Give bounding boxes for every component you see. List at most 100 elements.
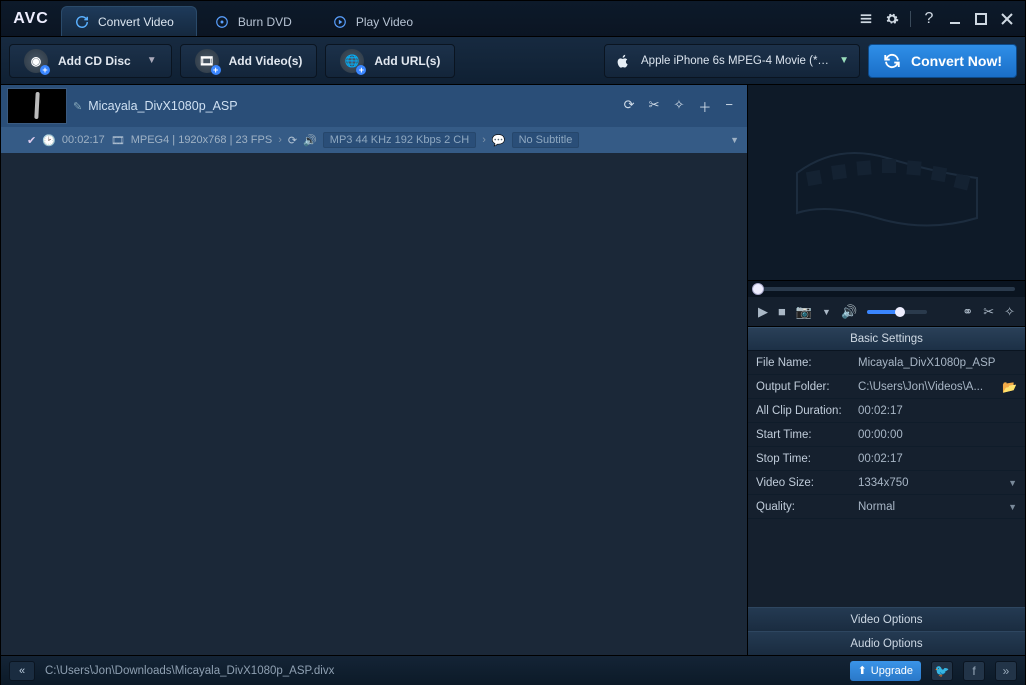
reload-icon[interactable]: ⟳ bbox=[624, 97, 635, 116]
add-urls-button[interactable]: 🌐+ Add URL(s) bbox=[325, 44, 455, 78]
file-list-empty bbox=[1, 153, 747, 655]
remove-icon[interactable]: − bbox=[725, 97, 733, 116]
status-bar: « C:\Users\Jon\Downloads\Micayala_DivX10… bbox=[1, 655, 1025, 685]
play-circle-icon bbox=[332, 14, 348, 30]
preview-panel: ▶ ■ 📷 ▼ 🔊 ⚭ ✂ ✧ Basic Settings File Name… bbox=[747, 85, 1025, 655]
video-options-button[interactable]: Video Options bbox=[748, 607, 1025, 631]
volume-icon[interactable]: 🔊 bbox=[841, 304, 857, 320]
speaker-icon: 🔊 bbox=[303, 134, 317, 147]
setting-key: Start Time: bbox=[748, 429, 858, 441]
stop-icon[interactable]: ■ bbox=[778, 304, 786, 319]
button-label: Add Video(s) bbox=[229, 54, 303, 68]
main-tabs: Convert Video Burn DVD Play Video bbox=[61, 1, 858, 36]
add-videos-button[interactable]: 🎞+ Add Video(s) bbox=[180, 44, 318, 78]
chevron-down-icon[interactable]: ▼ bbox=[1008, 478, 1017, 488]
setting-key: Video Size: bbox=[748, 477, 858, 489]
subtitle-value[interactable]: No Subtitle bbox=[512, 132, 580, 148]
collapse-button[interactable]: « bbox=[9, 661, 35, 681]
subtitle-icon: 💬 bbox=[492, 134, 506, 147]
file-title: Micayala_DivX1080p_ASP bbox=[88, 99, 237, 113]
expand-button[interactable]: » bbox=[995, 661, 1017, 681]
maximize-icon[interactable] bbox=[973, 11, 989, 27]
tab-burn-dvd[interactable]: Burn DVD bbox=[201, 6, 315, 36]
tab-label: Play Video bbox=[356, 15, 413, 29]
setting-value[interactable]: 00:00:00 bbox=[858, 429, 903, 441]
upgrade-label: Upgrade bbox=[871, 665, 913, 677]
setting-value: 00:02:17 bbox=[858, 405, 903, 417]
status-path: C:\Users\Jon\Downloads\Micayala_DivX1080… bbox=[45, 665, 840, 677]
toolbar: ◉+ Add CD Disc ▼ 🎞+ Add Video(s) 🌐+ Add … bbox=[1, 37, 1025, 85]
tab-play-video[interactable]: Play Video bbox=[319, 6, 436, 36]
titlebar: AVC Convert Video Burn DVD Play Video bbox=[1, 1, 1025, 37]
audio-refresh-icon[interactable]: ⟳ bbox=[288, 134, 297, 147]
close-icon[interactable] bbox=[999, 11, 1015, 27]
tab-label: Convert Video bbox=[98, 15, 174, 29]
setting-key: Output Folder: bbox=[748, 381, 858, 393]
upgrade-icon: ⬆ bbox=[858, 664, 867, 677]
crop-icon[interactable]: ✧ bbox=[1004, 304, 1015, 320]
setting-quality[interactable]: Quality: Normal▼ bbox=[748, 495, 1025, 519]
globe-plus-icon: 🌐+ bbox=[340, 49, 364, 73]
basic-settings-header: Basic Settings bbox=[748, 327, 1025, 351]
facebook-icon[interactable]: f bbox=[963, 661, 985, 681]
output-profile-dropdown[interactable]: Apple iPhone 6s MPEG-4 Movie (*.m... ▼ bbox=[604, 44, 860, 78]
setting-value: Normal bbox=[858, 501, 895, 513]
volume-slider[interactable] bbox=[867, 310, 927, 314]
add-cd-disc-button[interactable]: ◉+ Add CD Disc ▼ bbox=[9, 44, 172, 78]
gear-icon[interactable] bbox=[884, 11, 900, 27]
edit-icon[interactable]: ✎ bbox=[73, 100, 82, 113]
convert-now-button[interactable]: Convert Now! bbox=[868, 44, 1017, 78]
setting-video-size[interactable]: Video Size: 1334x750 ▼ bbox=[748, 471, 1025, 495]
timeline-knob[interactable] bbox=[752, 283, 764, 295]
tab-label: Burn DVD bbox=[238, 15, 292, 29]
setting-value[interactable]: Micayala_DivX1080p_ASP bbox=[858, 357, 995, 369]
film-icon: 🎞 bbox=[111, 134, 125, 147]
file-list-panel: ✎ Micayala_DivX1080p_ASP ⟳ ✂ ✧ ＋ − ✔ 🕑 0… bbox=[1, 85, 747, 655]
setting-value: 1334x750 bbox=[858, 477, 909, 489]
chevron-right-icon[interactable]: › bbox=[482, 134, 486, 146]
tab-convert-video[interactable]: Convert Video bbox=[61, 6, 197, 36]
setting-file-name: File Name: Micayala_DivX1080p_ASP bbox=[748, 351, 1025, 375]
minimize-icon[interactable] bbox=[947, 11, 963, 27]
audio-spec[interactable]: MP3 44 KHz 192 Kbps 2 CH bbox=[323, 132, 476, 148]
setting-value[interactable]: 00:02:17 bbox=[858, 453, 903, 465]
separator bbox=[910, 11, 911, 27]
setting-output-folder: Output Folder: C:\Users\Jon\Videos\A...📂 bbox=[748, 375, 1025, 399]
disc-plus-icon: ◉+ bbox=[24, 49, 48, 73]
cut-icon[interactable]: ✂ bbox=[649, 97, 660, 116]
help-icon[interactable]: ? bbox=[921, 11, 937, 27]
upgrade-button[interactable]: ⬆ Upgrade bbox=[850, 661, 921, 681]
button-label: Convert Now! bbox=[911, 53, 1002, 69]
chevron-down-icon[interactable]: ▼ bbox=[1008, 502, 1017, 512]
audio-options-button[interactable]: Audio Options bbox=[748, 631, 1025, 655]
list-icon[interactable] bbox=[858, 11, 874, 27]
film-plus-icon: 🎞+ bbox=[195, 49, 219, 73]
refresh-icon bbox=[74, 14, 90, 30]
add-icon[interactable]: ＋ bbox=[698, 97, 711, 116]
preview-controls: ▶ ■ 📷 ▼ 🔊 ⚭ ✂ ✧ bbox=[748, 297, 1025, 327]
convert-icon bbox=[883, 52, 901, 70]
timeline-slider[interactable] bbox=[748, 281, 1025, 297]
setting-start-time: Start Time: 00:00:00 bbox=[748, 423, 1025, 447]
button-label: Add URL(s) bbox=[374, 54, 440, 68]
apple-icon bbox=[615, 52, 631, 70]
snapshot-icon[interactable]: 📷 bbox=[796, 304, 812, 320]
setting-duration: All Clip Duration: 00:02:17 bbox=[748, 399, 1025, 423]
thumbnail[interactable] bbox=[7, 88, 67, 124]
cut-icon[interactable]: ✂ bbox=[983, 304, 994, 320]
file-item[interactable]: ✎ Micayala_DivX1080p_ASP ⟳ ✂ ✧ ＋ − ✔ 🕑 0… bbox=[1, 85, 747, 153]
chevron-down-icon[interactable]: ▼ bbox=[822, 307, 831, 317]
effects-icon[interactable]: ✧ bbox=[673, 97, 684, 116]
chevron-down-icon: ▼ bbox=[839, 55, 849, 66]
chevron-down-icon[interactable]: ▼ bbox=[730, 135, 739, 145]
twitter-icon[interactable]: 🐦 bbox=[931, 661, 953, 681]
play-icon[interactable]: ▶ bbox=[758, 304, 768, 320]
chevron-right-icon[interactable]: › bbox=[278, 134, 282, 146]
folder-icon[interactable]: 📂 bbox=[1002, 380, 1017, 394]
profile-label: Apple iPhone 6s MPEG-4 Movie (*.m... bbox=[641, 55, 829, 67]
preview-area bbox=[748, 85, 1025, 281]
check-icon[interactable]: ✔ bbox=[27, 134, 36, 147]
disc-icon bbox=[214, 14, 230, 30]
setting-key: Stop Time: bbox=[748, 453, 858, 465]
link-icon[interactable]: ⚭ bbox=[962, 304, 973, 320]
